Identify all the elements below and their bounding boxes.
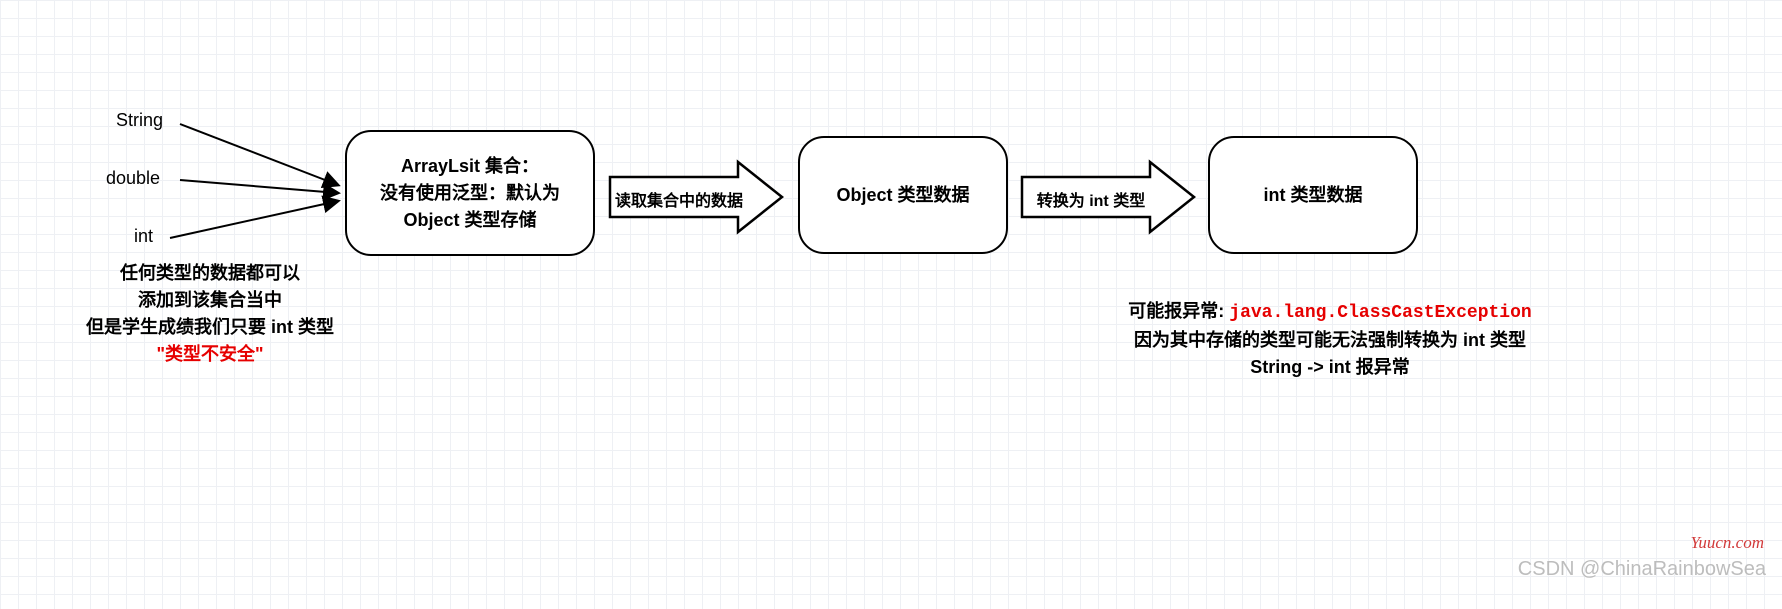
box1-line3: Object 类型存储 — [403, 210, 536, 230]
box-arraylist: ArrayLsit 集合： 没有使用泛型：默认为 Object 类型存储 — [345, 130, 595, 256]
input-type-string: String — [116, 110, 163, 131]
caption-exception: 可能报异常: java.lang.ClassCastException 因为其中… — [1050, 298, 1610, 381]
exc-line2: 因为其中存储的类型可能无法强制转换为 int 类型 — [1134, 330, 1526, 350]
exc-line3: String -> int 报异常 — [1250, 357, 1410, 377]
caption-line3: 但是学生成绩我们只要 int 类型 — [86, 317, 334, 337]
caption-type-unsafe: 任何类型的数据都可以 添加到该集合当中 但是学生成绩我们只要 int 类型 "类… — [60, 260, 360, 368]
arrow-label-read: 读取集合中的数据 — [614, 187, 744, 211]
box-int-data: int 类型数据 — [1208, 136, 1418, 254]
arrow-label-cast: 转换为 int 类型 — [1028, 187, 1154, 211]
box1-line2: 没有使用泛型：默认为 — [380, 183, 560, 203]
input-type-int: int — [134, 226, 153, 247]
box2-text: Object 类型数据 — [836, 182, 969, 209]
exc-class: java.lang.ClassCastException — [1229, 303, 1531, 323]
caption-line4-highlight: "类型不安全" — [156, 344, 263, 364]
watermark-yuucn: Yuucn.com — [1690, 533, 1764, 553]
box1-line1: ArrayLsit 集合： — [401, 156, 539, 176]
diagram-canvas: String double int 任何类型的数据都可以 添加到该集合当中 但是… — [0, 0, 1782, 609]
watermark-csdn: CSDN @ChinaRainbowSea — [1518, 558, 1766, 581]
input-type-double: double — [106, 168, 160, 189]
box3-text: int 类型数据 — [1264, 182, 1363, 209]
caption-line2: 添加到该集合当中 — [138, 290, 282, 310]
caption-line1: 任何类型的数据都可以 — [120, 263, 300, 283]
exc-prefix: 可能报异常: — [1128, 301, 1229, 321]
box-object-data: Object 类型数据 — [798, 136, 1008, 254]
